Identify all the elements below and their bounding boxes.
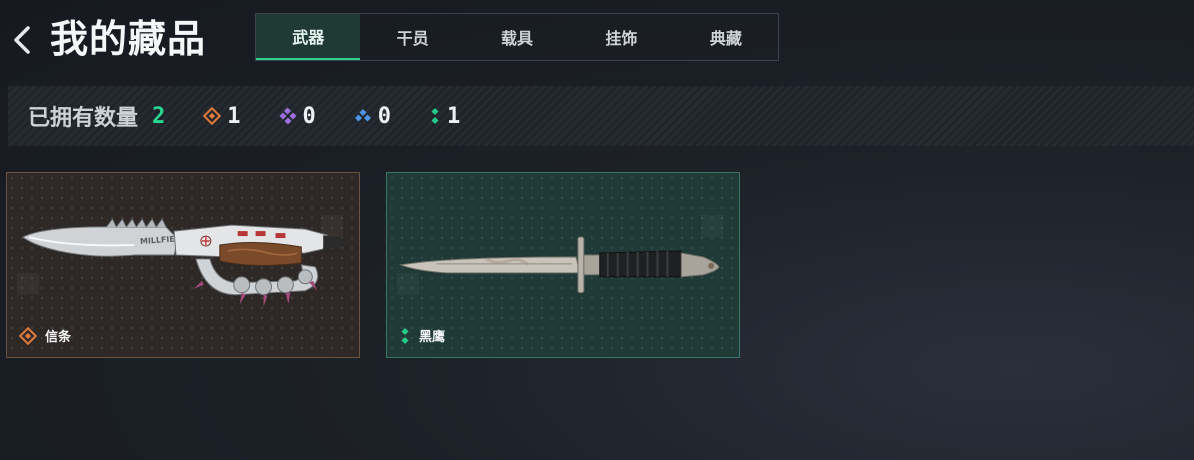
purple-diamond-icon — [278, 107, 297, 125]
green-diamond-icon — [401, 327, 409, 344]
tab-vehicles[interactable]: 载具 — [465, 14, 569, 60]
card-footer: 黑鹰 — [399, 326, 445, 345]
page-title: 我的藏品 — [50, 17, 207, 61]
rarity-count-purple: 0 — [302, 103, 316, 129]
weapon-card-xintiao[interactable]: MILLFIELD 信条 — [6, 172, 360, 358]
green-diamond-icon — [431, 107, 439, 125]
rarity-stat-purple: 0 — [278, 103, 316, 129]
owned-total-count: 2 — [152, 103, 166, 129]
knuckle-knife-image: MILLFIELD — [16, 215, 346, 307]
rarity-count-green: 1 — [447, 103, 461, 129]
item-name: 黑鹰 — [419, 330, 446, 345]
tab-collection[interactable]: 典藏 — [674, 14, 778, 60]
orange-diamond-icon — [203, 107, 222, 125]
owned-count-label: 已拥有数量 — [28, 106, 139, 131]
back-arrow-icon[interactable] — [8, 22, 36, 58]
card-footer: 信条 — [19, 326, 71, 345]
item-name: 信条 — [45, 330, 72, 345]
rarity-count-blue: 0 — [377, 103, 392, 129]
tab-charms[interactable]: 挂饰 — [569, 14, 673, 60]
orange-diamond-icon — [19, 326, 37, 345]
combat-knife-image — [396, 215, 724, 295]
rarity-stat-blue: 0 — [354, 104, 391, 129]
category-tabs: 武器 干员 载具 挂饰 典藏 — [255, 13, 779, 61]
weapon-card-heiying[interactable]: 黑鹰 — [386, 172, 740, 358]
tab-operators[interactable]: 干员 — [360, 14, 464, 60]
blue-diamond-icon — [354, 108, 371, 122]
tab-weapons[interactable]: 武器 — [256, 14, 361, 60]
owned-stats-bar: 已拥有数量 2 1 0 0 1 — [8, 86, 1194, 146]
rarity-stat-orange: 1 — [203, 103, 241, 129]
rarity-stat-green: 1 — [429, 104, 460, 129]
rarity-count-orange: 1 — [227, 103, 241, 129]
